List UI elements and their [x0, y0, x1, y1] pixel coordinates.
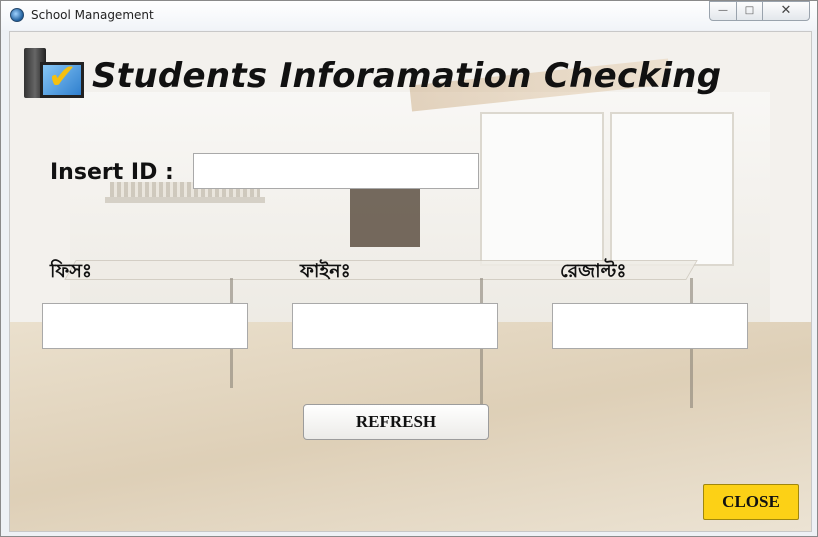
fees-field[interactable] — [42, 303, 248, 349]
result-field[interactable] — [552, 303, 748, 349]
fine-field[interactable] — [292, 303, 498, 349]
minimize-button[interactable]: — — [709, 1, 737, 21]
background-shelf — [105, 197, 265, 203]
form-area: ✔ Students Inforamation Checking Insert … — [9, 31, 812, 532]
main-window: School Management — □ ✕ ✔ Students Infor… — [0, 0, 818, 537]
computer-check-logo: ✔ — [22, 48, 86, 108]
fees-label: ফিসঃ — [50, 260, 93, 282]
close-button[interactable]: CLOSE — [703, 484, 799, 520]
insert-id-input[interactable] — [193, 153, 479, 189]
refresh-button[interactable]: REFRESH — [303, 404, 489, 440]
app-icon — [10, 8, 24, 22]
background-picture — [350, 187, 420, 247]
close-window-button[interactable]: ✕ — [762, 1, 810, 21]
maximize-button[interactable]: □ — [736, 1, 763, 21]
page-title: Students Inforamation Checking — [92, 56, 722, 96]
result-label: রেজাল্টঃ — [560, 260, 627, 282]
background-window — [480, 112, 604, 266]
title-bar[interactable]: School Management — □ ✕ — [1, 1, 817, 30]
checkmark-icon: ✔ — [48, 57, 77, 97]
background-window — [610, 112, 734, 266]
fine-label: ফাইনঃ — [300, 260, 351, 282]
window-title: School Management — [31, 8, 154, 22]
insert-id-label: Insert ID : — [50, 160, 174, 185]
